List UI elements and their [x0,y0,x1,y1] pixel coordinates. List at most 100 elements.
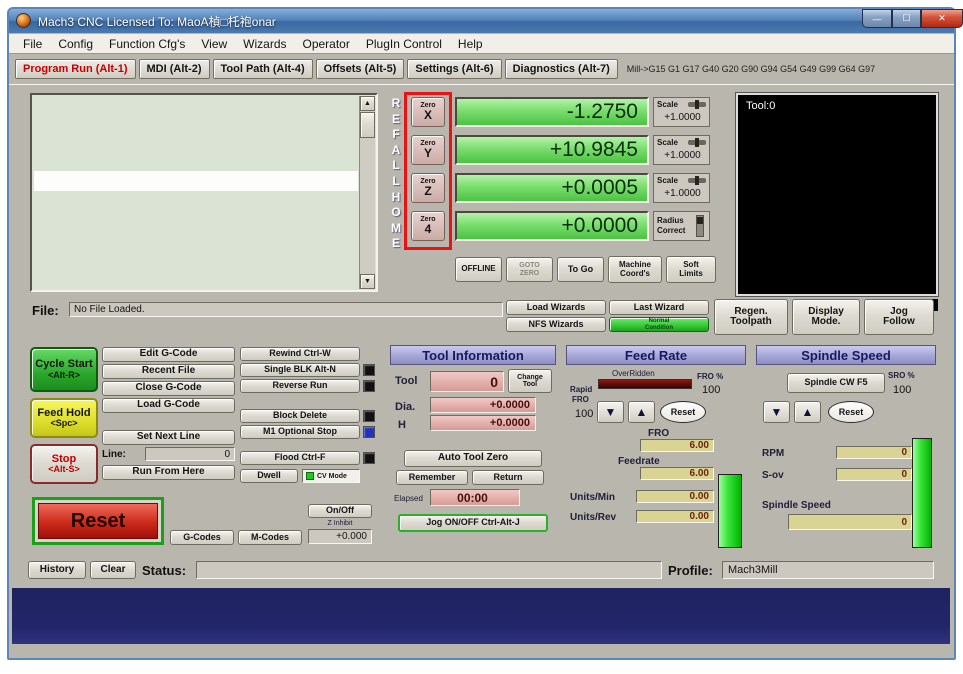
units-min-display[interactable]: 0.00 [636,490,714,503]
close-gcode-button[interactable]: Close G-Code [102,381,235,396]
file-path-box[interactable]: No File Loaded. [69,302,503,317]
scale-slider[interactable] [688,176,706,185]
radius-correct-widget[interactable]: Radius Correct [653,211,710,241]
menu-operator[interactable]: Operator [295,35,358,53]
radius-slider[interactable] [696,215,704,237]
scroll-up-button[interactable]: ▲ [360,96,375,111]
scale-slider[interactable] [688,138,706,147]
block-delete-button[interactable]: Block Delete [240,409,360,423]
offline-button[interactable]: OFFLINE [455,257,502,282]
sro-increase-button[interactable]: ▲ [794,401,821,423]
dwell-button[interactable]: Dwell [240,469,298,483]
on-off-button[interactable]: On/Off [308,504,372,518]
sov-display[interactable]: 0 [836,468,912,481]
nfs-wizards-button[interactable]: NFS Wizards [506,317,606,332]
dro-z-axis[interactable]: +0.0005 [455,173,649,203]
tool-number-display[interactable]: 0 [430,371,504,392]
recent-file-button[interactable]: Recent File [102,364,235,379]
menu-file[interactable]: File [15,35,50,53]
menu-view[interactable]: View [193,35,235,53]
machine-coords-button[interactable]: Machine Coord's [608,256,662,283]
feed-hold-button[interactable]: Feed Hold <Spc> [30,398,98,438]
fro-increase-button[interactable]: ▲ [628,401,655,423]
menu-config[interactable]: Config [50,35,101,53]
auto-tool-zero-button[interactable]: Auto Tool Zero [404,450,542,467]
clear-button[interactable]: Clear [90,561,136,579]
minimize-button[interactable]: — [862,9,892,28]
soft-limits-button[interactable]: Soft Limits [666,256,716,283]
change-tool-button[interactable]: Change Tool [508,369,552,393]
sro-decrease-button[interactable]: ▼ [763,401,790,423]
menu-function-cfgs[interactable]: Function Cfg's [101,35,193,53]
close-button[interactable]: ✕ [921,9,963,28]
tab-offsets[interactable]: Offsets (Alt-5) [315,59,405,79]
gcodes-button[interactable]: G-Codes [170,530,234,545]
spindle-cw-button[interactable]: Spindle CW F5 [787,373,885,393]
mcodes-button[interactable]: M-Codes [238,530,302,545]
regen-toolpath-button[interactable]: Regen. Toolpath [714,299,788,335]
flood-button[interactable]: Flood Ctrl-F [240,451,360,465]
load-gcode-button[interactable]: Load G-Code [102,398,235,413]
scale-label: Scale [657,176,678,185]
scroll-thumb[interactable] [360,112,375,138]
single-blk-button[interactable]: Single BLK Alt-N [240,363,360,377]
toolpath-display[interactable]: Tool:0 [736,93,938,296]
tab-program-run[interactable]: Program Run (Alt-1) [15,59,136,79]
reverse-run-button[interactable]: Reverse Run [240,379,360,393]
gcode-listing[interactable]: ▲ ▼ [30,93,378,292]
return-button[interactable]: Return [472,470,544,485]
tab-mdi[interactable]: MDI (Alt-2) [138,59,210,79]
load-wizards-button[interactable]: Load Wizards [506,300,606,315]
rewind-button[interactable]: Rewind Ctrl-W [240,347,360,361]
jog-follow-button[interactable]: Jog Follow [864,299,934,335]
change-label: Change [517,373,543,381]
remember-button[interactable]: Remember [396,470,468,485]
menu-wizards[interactable]: Wizards [235,35,294,53]
screen-tabs: Program Run (Alt-1) MDI (Alt-2) Tool Pat… [9,56,954,82]
line-number-box[interactable]: 0 [145,447,235,461]
fro-decrease-button[interactable]: ▼ [597,401,624,423]
jog-on-off-button[interactable]: Jog ON/OFF Ctrl-Alt-J [398,514,548,532]
maximize-button[interactable]: ☐ [892,9,921,28]
run-from-here-button[interactable]: Run From Here [102,465,235,480]
stop-button[interactable]: Stop <Alt-S> [30,444,98,484]
to-go-button[interactable]: To Go [557,257,604,282]
units-rev-display[interactable]: 0.00 [636,510,714,523]
tab-tool-path[interactable]: Tool Path (Alt-4) [212,59,313,79]
dro-x-axis[interactable]: -1.2750 [455,97,649,127]
tab-settings[interactable]: Settings (Alt-6) [407,59,502,79]
condition-indicator-button[interactable]: Normal Condition [609,317,709,332]
fro-reset-button[interactable]: Reset [660,401,706,423]
tab-diagnostics[interactable]: Diagnostics (Alt-7) [504,59,618,79]
menu-plugin-control[interactable]: PlugIn Control [358,35,450,53]
rpm-display[interactable]: 0 [836,446,912,459]
scale-slider[interactable] [688,100,706,109]
feedrate-display[interactable]: 6.00 [640,467,714,480]
dia-display[interactable]: +0.0000 [430,397,536,413]
set-next-line-button[interactable]: Set Next Line [102,430,235,445]
z-inhibit-value-box[interactable]: +0.000 [308,529,372,544]
ref-all-home-label[interactable]: R E F A L L H O M E [388,96,404,252]
dro-y-axis[interactable]: +10.9845 [455,135,649,165]
goto-zero-button[interactable]: GOTO ZERO [506,257,553,282]
scale-z-widget[interactable]: Scale +1.0000 [653,173,710,203]
menu-help[interactable]: Help [450,35,491,53]
reset-button[interactable]: Reset [38,503,158,539]
history-button[interactable]: History [28,561,86,579]
spindle-speed-display[interactable]: 0 [788,514,912,530]
h-display[interactable]: +0.0000 [430,415,536,431]
cycle-start-button[interactable]: Cycle Start <Alt-R> [30,347,98,392]
feed-rate-title: Feed Rate [624,347,688,363]
gcode-scrollbar[interactable]: ▲ ▼ [359,96,375,289]
m1-optional-stop-button[interactable]: M1 Optional Stop [240,425,360,439]
dro-4-axis[interactable]: +0.0000 [455,211,649,241]
scale-y-widget[interactable]: Scale +1.0000 [653,135,710,165]
last-wizard-button[interactable]: Last Wizard [609,300,709,315]
scroll-down-button[interactable]: ▼ [360,274,375,289]
display-mode-button[interactable]: Display Mode. [792,299,860,335]
spindle-speed-title: Spindle Speed [801,347,891,363]
fro-display[interactable]: 6.00 [640,439,714,452]
scale-x-widget[interactable]: Scale +1.0000 [653,97,710,127]
edit-gcode-button[interactable]: Edit G-Code [102,347,235,362]
sro-reset-button[interactable]: Reset [828,401,874,423]
